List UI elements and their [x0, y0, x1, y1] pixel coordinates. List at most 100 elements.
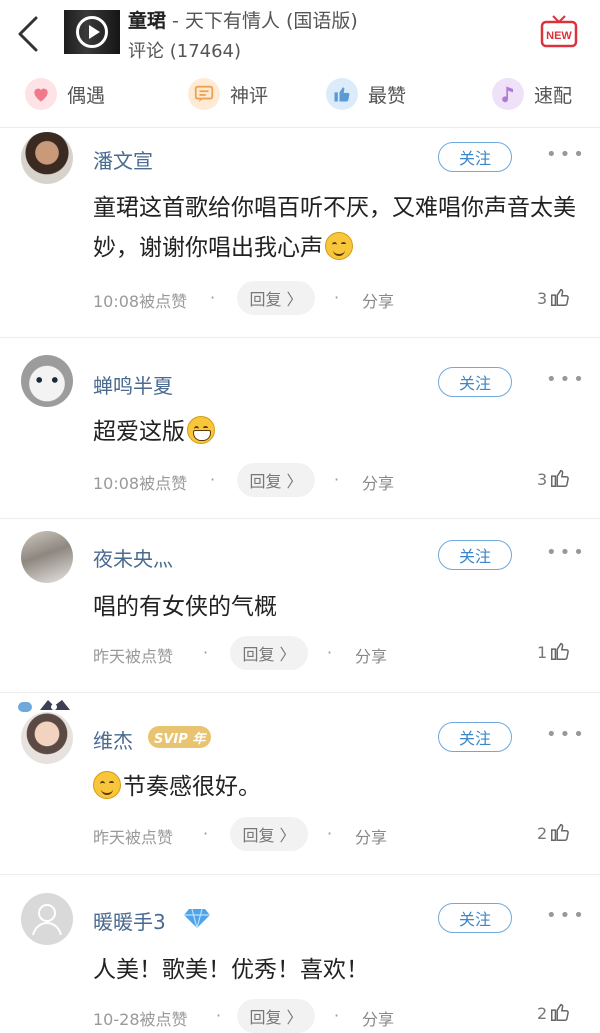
follow-button[interactable]: 关注: [438, 142, 512, 172]
share-button[interactable]: 分享: [362, 470, 394, 494]
thumbs-up-icon: [551, 288, 569, 306]
reply-button[interactable]: 回复 〉: [237, 999, 315, 1033]
comment-text-content: 节奏感很好。: [123, 774, 261, 800]
smile-emoji-icon: [325, 232, 353, 260]
follow-button[interactable]: 关注: [438, 722, 512, 752]
like-count: 2: [537, 1004, 548, 1023]
artist-name: 童珺: [128, 10, 167, 32]
like-button[interactable]: 2: [537, 1001, 571, 1023]
more-options-icon[interactable]: •••: [546, 724, 587, 745]
share-button[interactable]: 分享: [362, 288, 394, 312]
separator-dot: ·: [327, 824, 333, 843]
back-button[interactable]: [14, 14, 44, 54]
reply-button[interactable]: 回复 〉: [237, 463, 315, 497]
avatar[interactable]: [21, 531, 73, 583]
thumbs-up-icon: [551, 642, 569, 660]
like-time: 10-28被点赞: [93, 1010, 188, 1029]
more-options-icon[interactable]: •••: [546, 369, 587, 390]
like-count: 2: [537, 824, 548, 843]
default-avatar-icon: [32, 904, 62, 936]
thumbs-up-icon: [326, 78, 358, 110]
comment-count: 评论 (17464): [128, 41, 242, 62]
comment-text: 唱的有女侠的气概: [93, 594, 277, 620]
play-icon: [76, 16, 108, 48]
svg-text:NEW: NEW: [546, 30, 572, 42]
separator-dot: ·: [210, 470, 216, 489]
thumbs-up-icon: [551, 1003, 569, 1021]
follow-button[interactable]: 关注: [438, 540, 512, 570]
filter-tabs: 偶遇 神评 最赞 速配: [0, 72, 600, 116]
heart-icon: [25, 78, 57, 110]
like-count: 3: [537, 470, 548, 489]
cat-pendant-icon: [18, 696, 74, 716]
grin-emoji-icon: [187, 416, 215, 444]
username[interactable]: 夜未央灬: [93, 543, 173, 572]
share-button[interactable]: 分享: [355, 824, 387, 848]
like-time: 10:08被点赞: [93, 292, 188, 311]
song-title: 童珺 - 天下有情人 (国语版): [128, 6, 358, 33]
comment-text: 童珺这首歌给你唱百听不厌，又难唱你声音太美妙，谢谢你唱出我心声: [93, 188, 583, 268]
comment-item: 潘文宣 关注 ••• 童珺这首歌给你唱百听不厌，又难唱你声音太美妙，谢谢你唱出我…: [0, 128, 600, 338]
tab-label: 偶遇: [67, 84, 106, 107]
avatar[interactable]: [21, 712, 73, 764]
comment-text: 超爱这版: [93, 412, 583, 452]
svip-badge[interactable]: SVIP 年: [148, 726, 212, 748]
smile-emoji-icon: [93, 771, 121, 799]
username[interactable]: 蝉鸣半夏: [93, 370, 173, 399]
username[interactable]: 潘文宣: [93, 145, 153, 174]
comment-text: 人美！歌美！优秀！喜欢！: [93, 957, 369, 983]
reply-button[interactable]: 回复 〉: [230, 636, 308, 670]
separator-dot: ·: [203, 643, 209, 662]
tab-quick-match[interactable]: 速配: [492, 72, 572, 116]
separator-dot: ·: [210, 288, 216, 307]
like-time: 昨天被点赞: [93, 828, 174, 847]
comment-text-content: 超爱这版: [93, 419, 185, 445]
like-button[interactable]: 2: [537, 821, 571, 843]
separator-dot: ·: [327, 643, 333, 662]
tab-encounter[interactable]: 偶遇: [25, 72, 105, 116]
tab-most-liked[interactable]: 最赞: [326, 72, 406, 116]
like-button[interactable]: 1: [537, 640, 571, 662]
diamond-icon: [183, 907, 211, 929]
tab-label: 神评: [230, 84, 269, 107]
comment-item: 蝉鸣半夏 关注 ••• 超爱这版 10:08被点赞 · 回复 〉 · 分享 3: [0, 339, 600, 519]
comment-text: 节奏感很好。: [91, 767, 581, 807]
separator-dot: ·: [334, 1006, 340, 1025]
username[interactable]: 维杰: [93, 725, 133, 754]
username-text: 维杰: [93, 729, 133, 753]
chat-bubble-icon: [188, 78, 220, 110]
tab-top-comments[interactable]: 神评: [188, 72, 268, 116]
like-button[interactable]: 3: [537, 286, 571, 308]
avatar[interactable]: [21, 132, 73, 184]
new-comment-button[interactable]: NEW: [540, 14, 578, 50]
music-note-icon: [492, 78, 524, 110]
like-button[interactable]: 3: [537, 467, 571, 489]
share-button[interactable]: 分享: [362, 1006, 394, 1030]
thumbs-up-icon: [551, 823, 569, 841]
comment-item: 夜未央灬 关注 ••• 唱的有女侠的气概 昨天被点赞 · 回复 〉 · 分享 1: [0, 520, 600, 693]
comment-item: 维杰 SVIP 年 关注 ••• 节奏感很好。 昨天被点赞 · 回复 〉 · 分…: [0, 694, 600, 875]
avatar[interactable]: [21, 893, 73, 945]
song-name: - 天下有情人 (国语版): [166, 10, 358, 32]
like-time: 10:08被点赞: [93, 474, 188, 493]
tab-label: 速配: [534, 84, 573, 107]
separator-dot: ·: [203, 824, 209, 843]
more-options-icon[interactable]: •••: [546, 542, 587, 563]
reply-button[interactable]: 回复 〉: [237, 281, 315, 315]
tv-new-icon: NEW: [540, 15, 578, 48]
avatar[interactable]: [21, 355, 73, 407]
share-button[interactable]: 分享: [355, 643, 387, 667]
follow-button[interactable]: 关注: [438, 903, 512, 933]
more-options-icon[interactable]: •••: [546, 144, 587, 165]
chevron-left-icon: [18, 16, 38, 52]
like-count: 1: [537, 643, 548, 662]
song-thumbnail[interactable]: [64, 10, 120, 54]
more-options-icon[interactable]: •••: [546, 905, 587, 926]
username[interactable]: 暖暖手3: [93, 906, 166, 935]
separator-dot: ·: [216, 1006, 222, 1025]
reply-button[interactable]: 回复 〉: [230, 817, 308, 851]
follow-button[interactable]: 关注: [438, 367, 512, 397]
like-count: 3: [537, 289, 548, 308]
comment-item: 暖暖手3 关注 ••• 人美！歌美！优秀！喜欢！ 10-28被点赞 · 回复 〉…: [0, 876, 600, 1033]
separator-dot: ·: [334, 288, 340, 307]
